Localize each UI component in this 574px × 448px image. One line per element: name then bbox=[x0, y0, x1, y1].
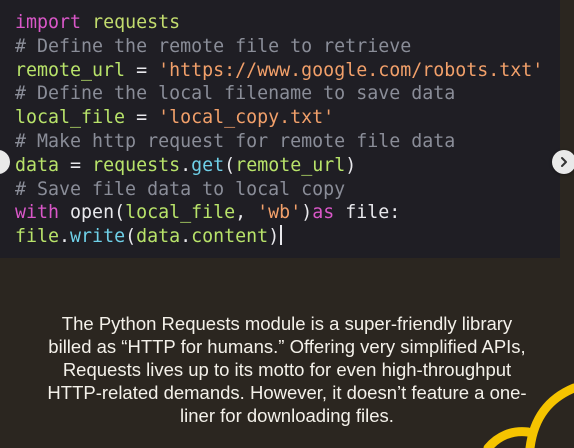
code-token: file bbox=[15, 226, 60, 248]
code-line: # Save file data to local copy bbox=[15, 178, 560, 202]
code-token: ( bbox=[114, 202, 126, 224]
code-token: as bbox=[312, 202, 335, 224]
code-token: ) bbox=[345, 154, 357, 176]
code-token: write bbox=[70, 226, 126, 248]
code-token: 'local_copy.txt' bbox=[158, 107, 335, 129]
code-token: . bbox=[180, 154, 192, 176]
code-token: = bbox=[125, 59, 159, 81]
caption-line: billed as “HTTP for humans.” Offering ve… bbox=[48, 336, 526, 357]
code-token: local_file bbox=[15, 107, 126, 129]
code-token: ( bbox=[224, 154, 236, 176]
code-line: data = requests.get(remote_url) bbox=[15, 154, 560, 178]
code-token: 'wb' bbox=[257, 202, 302, 224]
caption-line: HTTP-related demands. However, it doesn’… bbox=[47, 382, 527, 403]
caption-line: The Python Requests module is a super-fr… bbox=[61, 313, 513, 334]
code-token: file bbox=[345, 202, 390, 224]
code-token: . bbox=[180, 226, 192, 248]
code-token: : bbox=[389, 202, 401, 224]
code-token: , bbox=[235, 202, 258, 224]
code-token: data bbox=[15, 154, 60, 176]
code-token: ( bbox=[125, 226, 137, 248]
code-token: open bbox=[70, 202, 115, 224]
code-token: local_file bbox=[125, 202, 236, 224]
code-token: data bbox=[136, 226, 181, 248]
code-line: local_file = 'local_copy.txt' bbox=[15, 106, 560, 130]
code-token: requests bbox=[92, 154, 181, 176]
caption-line: Requests lives up to its motto for even … bbox=[62, 359, 512, 380]
code-line: import requests bbox=[15, 11, 560, 35]
caption-line: liner for downloading files. bbox=[180, 405, 394, 426]
article-caption: The Python Requests module is a super-fr… bbox=[0, 312, 574, 427]
code-line: # Define the remote file to retrieve bbox=[15, 35, 560, 59]
code-line: with open(local_file, 'wb')as file: bbox=[15, 201, 560, 225]
code-token: = bbox=[125, 107, 159, 129]
code-token: ) bbox=[268, 226, 280, 248]
text-cursor bbox=[280, 225, 283, 246]
code-token: # Define the remote file to retrieve bbox=[15, 35, 412, 57]
code-token: remote_url bbox=[15, 59, 126, 81]
code-body: import requests # Define the remote file … bbox=[15, 11, 560, 249]
code-line: remote_url = 'https://www.google.com/rob… bbox=[15, 59, 560, 83]
code-token: 'https://www.google.com/robots.txt' bbox=[158, 59, 544, 81]
code-token: remote_url bbox=[235, 154, 346, 176]
code-token: # Save file data to local copy bbox=[15, 178, 346, 200]
code-token: requests bbox=[92, 12, 181, 33]
code-token: with bbox=[15, 202, 60, 224]
code-token: ) bbox=[301, 202, 313, 224]
next-slide-button[interactable] bbox=[552, 150, 574, 174]
code-token: import bbox=[15, 12, 82, 33]
code-token: . bbox=[59, 226, 71, 248]
code-line: # Make http request for remote file data bbox=[15, 130, 560, 154]
code-token: # Define the local filename to save data bbox=[15, 83, 456, 105]
code-token: get bbox=[191, 154, 225, 176]
chevron-right-icon bbox=[558, 156, 570, 168]
code-token: content bbox=[191, 226, 269, 248]
code-token: = bbox=[59, 154, 93, 176]
code-panel: import requests # Define the remote file … bbox=[0, 0, 560, 258]
code-line: # Define the local filename to save data bbox=[15, 82, 560, 106]
code-token: # Make http request for remote file data bbox=[15, 130, 456, 152]
code-line: file.write(data.content) bbox=[15, 225, 560, 249]
